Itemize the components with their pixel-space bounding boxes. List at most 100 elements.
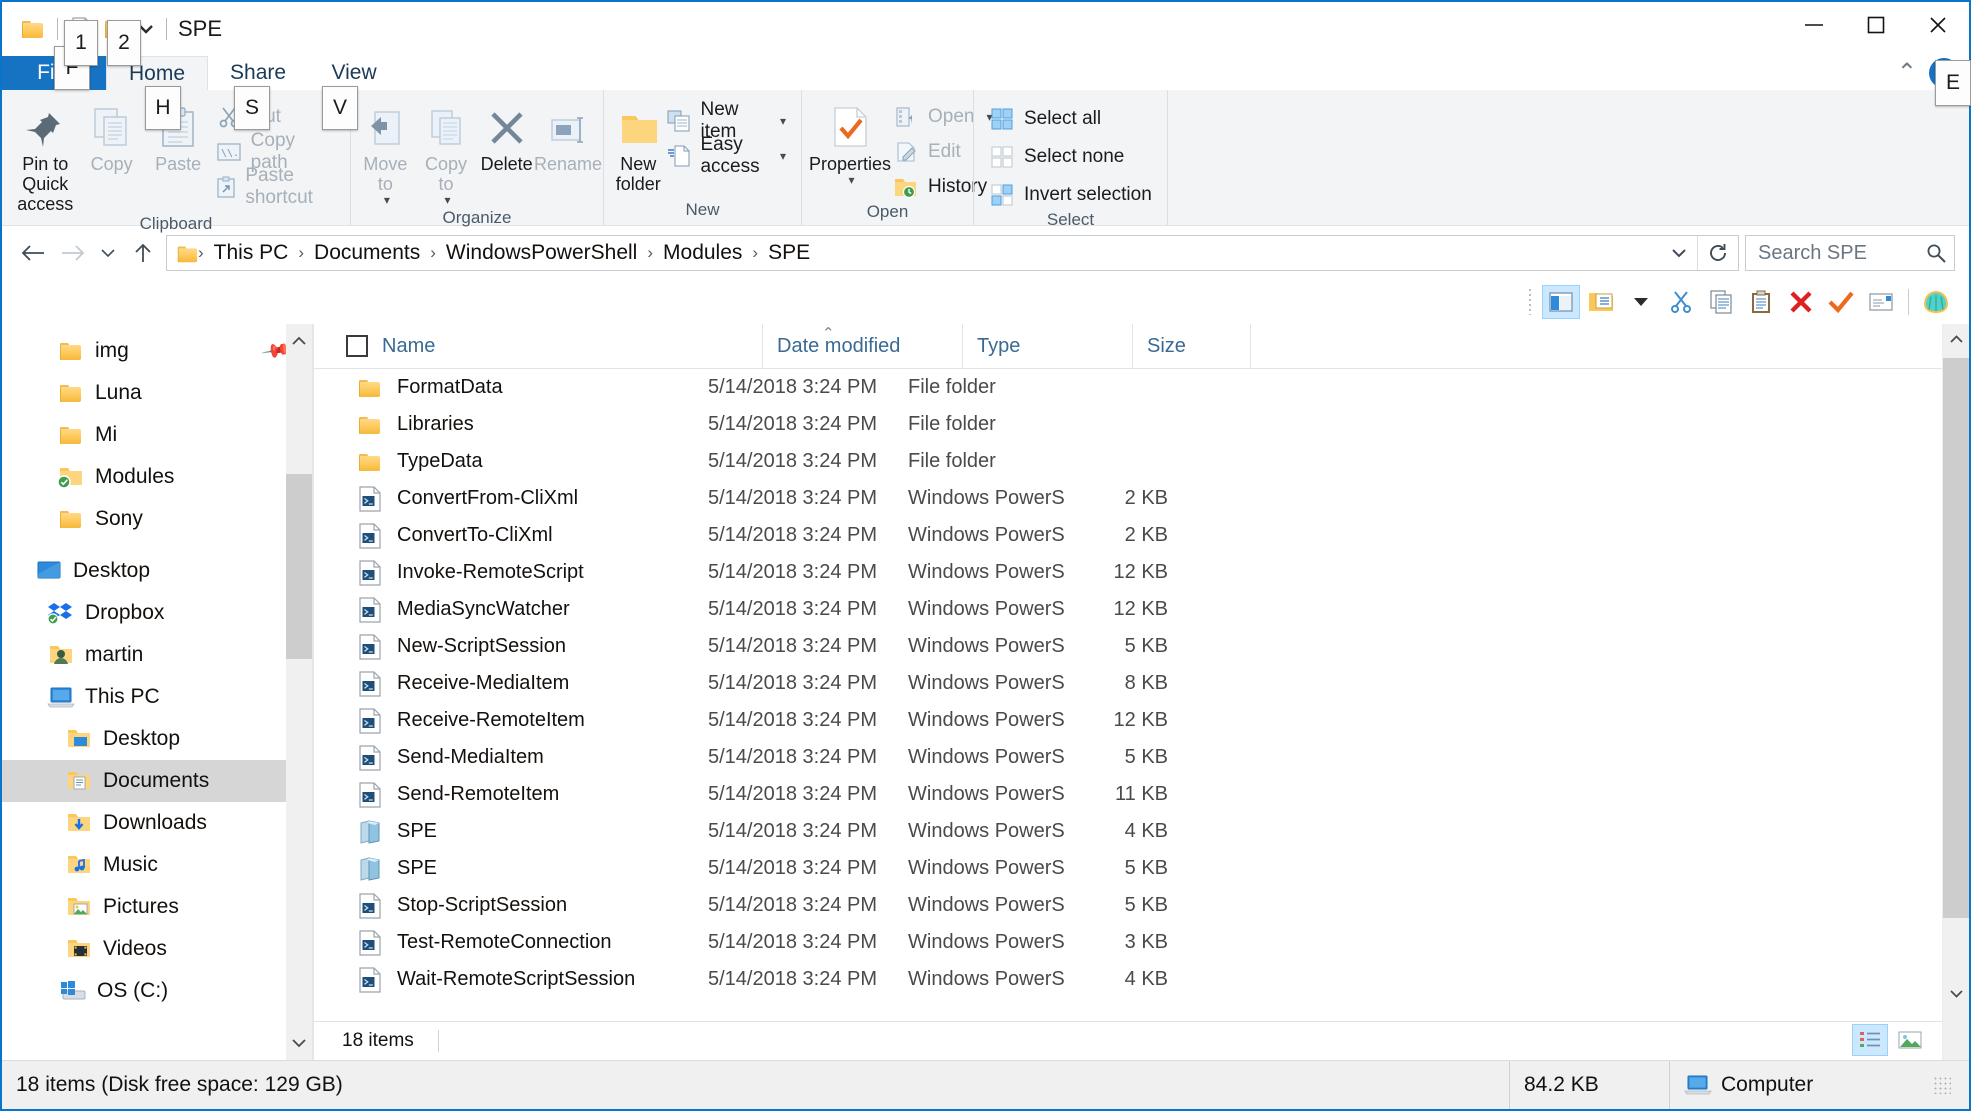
toolbar-dropdown[interactable] [1622,285,1660,319]
table-row[interactable]: Invoke-RemoteScript5/14/2018 3:24 PMWind… [314,554,1942,591]
move-to-button[interactable]: Move to▾ [355,98,416,208]
file-scroll-up-button[interactable] [1943,324,1969,354]
table-row[interactable]: Receive-RemoteItem5/14/2018 3:24 PMWindo… [314,702,1942,739]
nav-scroll-up-button[interactable] [286,324,312,358]
pin-to-quick-access-button[interactable]: Pin to Quick access [12,98,78,214]
table-row[interactable]: ConvertTo-CliXml5/14/2018 3:24 PMWindows… [314,517,1942,554]
forward-button[interactable] [56,236,90,270]
table-row[interactable]: Wait-RemoteScriptSession5/14/2018 3:24 P… [314,961,1942,998]
navigation-pane-scrollbar[interactable] [286,324,312,1060]
delete-button[interactable]: Delete [476,98,537,174]
rename-button[interactable]: Rename [537,98,599,174]
window-controls [1783,2,1969,48]
nav-item-this-pc[interactable]: This PC [2,676,312,718]
refresh-button[interactable] [1697,236,1738,270]
breadcrumb-this-pc[interactable]: This PC [208,239,295,267]
folder-options-button[interactable] [1582,285,1620,319]
maximize-button[interactable] [1845,2,1907,48]
easy-access-button[interactable]: Easy access▾ [662,141,791,171]
navigation-pane-toggle[interactable] [1542,285,1580,319]
back-button[interactable] [16,236,50,270]
delete-button-toolbar[interactable] [1782,285,1820,319]
search-box[interactable]: Search SPE [1745,235,1955,271]
nav-item-videos[interactable]: Videos [2,928,312,970]
column-header-size[interactable]: Size [1132,324,1250,368]
nav-item-pictures[interactable]: Pictures [2,886,312,928]
nav-item-desktop[interactable]: Desktop [2,550,312,592]
search-input[interactable]: Search SPE [1758,242,1867,265]
file-scroll-down-button[interactable] [1943,978,1969,1008]
nav-item-modules[interactable]: Modules [2,456,312,498]
paste-button-toolbar[interactable] [1742,285,1780,319]
breadcrumb-spe[interactable]: SPE [762,239,816,267]
file-list-scrollbar[interactable] [1942,324,1969,1060]
table-row[interactable]: ConvertFrom-CliXml5/14/2018 3:24 PMWindo… [314,480,1942,517]
new-folder-button[interactable]: New folder [614,98,662,194]
copy-to-label: Copy to [416,154,477,194]
breadcrumb-windowspowershell[interactable]: WindowsPowerShell [440,239,643,267]
select-all-checkbox[interactable] [346,335,368,357]
table-row[interactable]: Receive-MediaItem5/14/2018 3:24 PMWindow… [314,665,1942,702]
column-header-date-modified[interactable]: Date modified [762,324,962,368]
tab-share[interactable]: Share [208,56,308,90]
nav-item-mi[interactable]: Mi [2,414,312,456]
nav-item-os-drive[interactable]: OS (C:) [2,970,312,1012]
nav-item-music[interactable]: Music [2,844,312,886]
collapse-ribbon-button[interactable]: ⌃ [1897,61,1917,85]
address-dropdown-button[interactable] [1661,236,1697,270]
toolbar-grip[interactable] [1526,289,1536,315]
table-row[interactable]: MediaSyncWatcher5/14/2018 3:24 PMWindows… [314,591,1942,628]
recent-locations-button[interactable] [96,236,120,270]
nav-item-desktop-pc[interactable]: Desktop [2,718,312,760]
properties-button[interactable]: Properties▾ [812,98,888,188]
nav-item-downloads[interactable]: Downloads [2,802,312,844]
move-to-icon [365,102,405,148]
table-row[interactable]: Libraries5/14/2018 3:24 PMFile folder [314,406,1942,443]
up-button[interactable] [126,236,160,270]
breadcrumb-modules[interactable]: Modules [657,239,748,267]
nav-scroll-thumb[interactable] [286,474,312,659]
column-header-type[interactable]: Type [962,324,1132,368]
details-view-button[interactable] [1852,1024,1888,1056]
explorer-menu-icon[interactable] [16,9,50,49]
nav-item-luna[interactable]: Luna [2,372,312,414]
nav-item-img[interactable]: img 📌 [2,330,312,372]
copy-to-button[interactable]: Copy to▾ [416,98,477,208]
column-header-name[interactable]: Name [382,324,762,368]
close-button[interactable] [1907,2,1969,48]
minimize-button[interactable] [1783,2,1845,48]
file-scroll-thumb[interactable] [1943,358,1969,918]
table-row[interactable]: FormatData5/14/2018 3:24 PMFile folder [314,369,1942,406]
table-row[interactable]: New-ScriptSession5/14/2018 3:24 PMWindow… [314,628,1942,665]
invert-selection-button[interactable]: Invert selection [984,180,1157,210]
table-row[interactable]: Send-MediaItem5/14/2018 3:24 PMWindows P… [314,739,1942,776]
nav-scroll-down-button[interactable] [286,1026,312,1060]
new-item-button[interactable]: New item▾ [662,106,791,136]
paste-shortcut-button[interactable]: Paste shortcut [211,172,340,202]
copy-button-toolbar[interactable] [1702,285,1740,319]
thumbnails-view-button[interactable] [1892,1024,1928,1056]
nav-item-martin[interactable]: martin [2,634,312,676]
copy-button[interactable]: Copy [78,98,144,174]
nav-item-dropbox[interactable]: Dropbox [2,592,312,634]
shell-extension-button[interactable] [1917,285,1955,319]
tab-view[interactable]: View [308,56,400,90]
nav-item-sony[interactable]: Sony [2,498,312,540]
select-all-button[interactable]: Select all [984,104,1157,134]
nav-item-documents[interactable]: Documents [2,760,312,802]
address-bar[interactable]: › This PC › Documents › WindowsPowerShel… [166,235,1739,271]
copy-path-button[interactable]: \\.. Copy path [211,137,340,167]
table-row[interactable]: SPE5/14/2018 3:24 PMWindows PowerSh...5 … [314,850,1942,887]
cut-button-toolbar[interactable] [1662,285,1700,319]
table-row[interactable]: SPE5/14/2018 3:24 PMWindows PowerSh...4 … [314,813,1942,850]
select-none-button[interactable]: Select none [984,142,1157,172]
table-row[interactable]: Stop-ScriptSession5/14/2018 3:24 PMWindo… [314,887,1942,924]
table-row[interactable]: TypeData5/14/2018 3:24 PMFile folder [314,443,1942,480]
resize-grip[interactable] [1933,1076,1951,1094]
breadcrumb-documents[interactable]: Documents [308,239,426,267]
table-row[interactable]: Send-RemoteItem5/14/2018 3:24 PMWindows … [314,776,1942,813]
table-row[interactable]: Test-RemoteConnection5/14/2018 3:24 PMWi… [314,924,1942,961]
cut-button[interactable]: Cut [211,102,340,132]
confirm-button-toolbar[interactable] [1822,285,1860,319]
rename-button-toolbar[interactable] [1862,285,1900,319]
